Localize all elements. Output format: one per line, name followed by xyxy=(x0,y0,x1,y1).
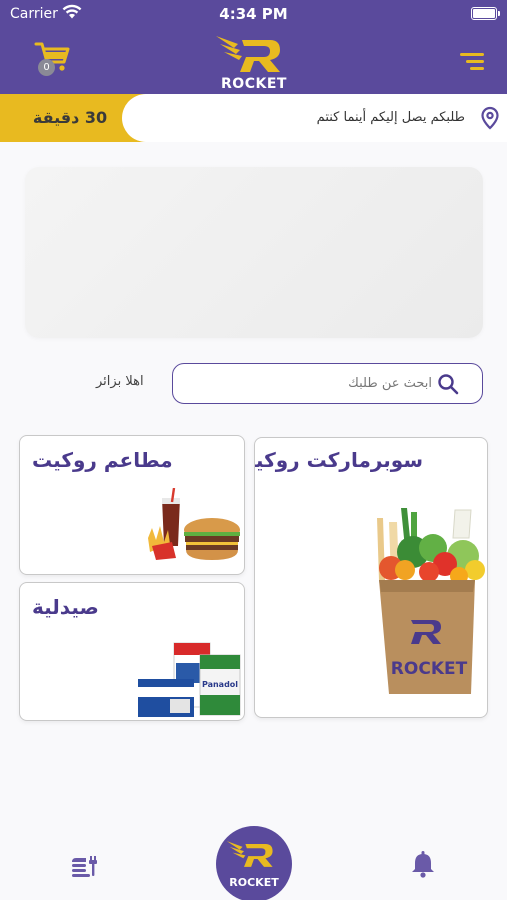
search-icon xyxy=(438,374,459,395)
bag-logo-text: ROCKET xyxy=(391,659,468,679)
cart-count-badge: 0 xyxy=(38,59,55,76)
category-card-supermarket[interactable]: سوبرماركت روكيت ROCKET xyxy=(254,437,488,718)
food-menu-icon xyxy=(72,856,97,877)
bottom-nav: ROCKET xyxy=(0,826,507,900)
cart-button[interactable]: 0 xyxy=(30,38,74,82)
delivery-message: طلبكم يصل إليكم أينما كنتم xyxy=(316,110,465,125)
location-pin-icon xyxy=(481,106,499,130)
delivery-location[interactable]: طلبكم يصل إليكم أينما كنتم xyxy=(122,94,507,142)
rocket-logo-icon xyxy=(226,841,273,867)
medicine-boxes-image: Panadol xyxy=(138,642,241,717)
category-card-pharmacy[interactable]: صيدلية Panadol xyxy=(19,582,245,721)
status-bar: Carrier 4:34 PM xyxy=(0,0,507,28)
menu-button[interactable] xyxy=(458,50,486,72)
bell-icon xyxy=(412,851,434,878)
rocket-logo: ROCKET xyxy=(212,30,296,92)
promo-banner[interactable] xyxy=(25,167,483,338)
status-time: 4:34 PM xyxy=(219,5,288,23)
delivery-bar: 30 دقيقة طلبكم يصل إليكم أينما كنتم xyxy=(0,94,507,142)
rocket-logo-icon xyxy=(216,36,280,72)
category-card-restaurants[interactable]: مطاعم روكيت xyxy=(19,435,245,575)
menu-icon xyxy=(460,53,484,70)
search-box[interactable] xyxy=(172,363,483,404)
nav-home-label: ROCKET xyxy=(229,876,279,889)
battery-icon xyxy=(471,7,500,20)
nav-home-button[interactable]: ROCKET xyxy=(216,826,292,900)
fast-food-image xyxy=(148,488,240,560)
logo-text: ROCKET xyxy=(221,76,287,92)
delivery-time: 30 دقيقة xyxy=(32,108,108,127)
category-title: صيدلية xyxy=(32,595,99,619)
category-title: سوبرماركت روكيت xyxy=(255,448,423,472)
greeting-text: اهلا بزائر xyxy=(96,374,144,389)
nav-food-menu-button[interactable] xyxy=(70,852,100,878)
nav-notifications-button[interactable] xyxy=(410,850,436,878)
grocery-bag-image: ROCKET xyxy=(377,508,485,694)
category-title: مطاعم روكيت xyxy=(32,448,173,472)
app-header: 0 ROCKET xyxy=(0,28,507,94)
pack-brand-text: Panadol xyxy=(202,680,238,689)
search-input[interactable] xyxy=(202,364,432,402)
